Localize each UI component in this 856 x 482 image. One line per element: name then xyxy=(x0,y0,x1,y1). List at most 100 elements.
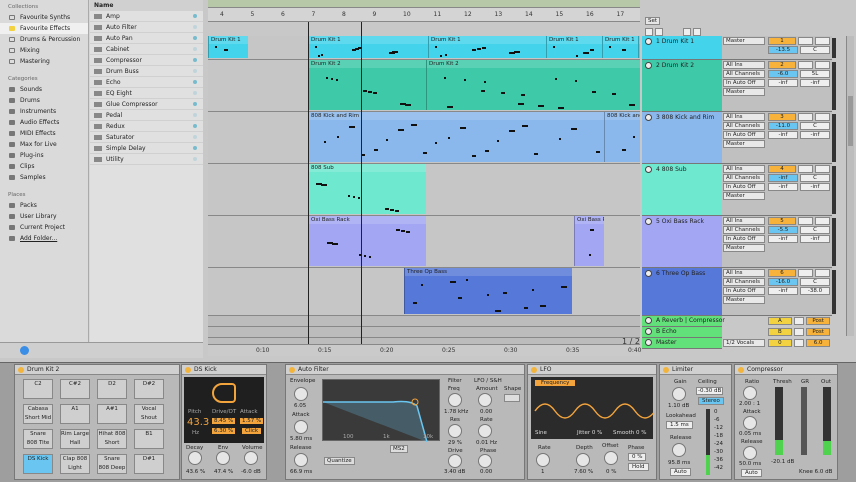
lfo-header[interactable]: LFO xyxy=(528,365,656,375)
effect-item-echo[interactable]: Echo xyxy=(90,77,203,88)
return-lane[interactable] xyxy=(208,327,640,338)
drum-pad[interactable]: C2 xyxy=(23,379,53,399)
power-icon[interactable] xyxy=(738,367,744,373)
volume-value[interactable]: -inf xyxy=(768,174,798,182)
category-drums[interactable]: Drums xyxy=(0,95,88,106)
io-select[interactable]: All Channels xyxy=(723,122,765,130)
track-lane[interactable]: 808 Sub xyxy=(208,164,640,216)
release-knob[interactable] xyxy=(743,446,757,460)
amount-knob[interactable] xyxy=(478,393,492,407)
phase-value[interactable]: 0 % xyxy=(628,453,647,461)
pitch-value[interactable]: 43.3 xyxy=(187,417,209,428)
track-lane[interactable]: Three Op Bass xyxy=(208,268,640,316)
vertical-scrollbar[interactable] xyxy=(846,36,854,336)
io-select[interactable]: In Auto Off xyxy=(723,287,765,295)
track-activator-button[interactable]: 3 xyxy=(768,113,796,121)
drum-pad[interactable]: D2 xyxy=(97,379,127,399)
io-select[interactable]: In Auto Off xyxy=(723,131,765,139)
click-toggle[interactable]: Click xyxy=(242,428,262,434)
track-activator-button[interactable]: 2 xyxy=(768,61,796,69)
clip[interactable]: Oxi Bass Rack xyxy=(574,216,604,266)
arm-button[interactable] xyxy=(815,217,830,225)
solo-button[interactable] xyxy=(798,269,813,277)
freq-knob[interactable] xyxy=(448,393,462,407)
drum-pad[interactable]: Snare 808 Deep xyxy=(97,454,127,474)
io-select[interactable]: In Auto Off xyxy=(723,79,765,87)
drive-knob[interactable] xyxy=(448,454,462,468)
clip[interactable]: 808 Sub xyxy=(308,164,426,214)
return-play-icon[interactable] xyxy=(645,317,652,324)
track-play-icon[interactable] xyxy=(645,38,652,45)
effect-item-saturator[interactable]: Saturator xyxy=(90,132,203,143)
drum-pad[interactable]: DS Kick xyxy=(23,454,53,474)
power-icon[interactable] xyxy=(289,367,295,373)
io-select[interactable]: All Ins xyxy=(723,61,765,69)
return-header[interactable]: Master xyxy=(642,338,722,349)
auto-button[interactable]: Auto xyxy=(741,469,762,477)
track-header[interactable]: 1 Drum Kit 1 xyxy=(642,36,722,60)
limiter-header[interactable]: Limiter xyxy=(660,365,731,375)
track-lane[interactable]: Oxi Bass Rack Oxi Bass Rack xyxy=(208,216,640,268)
io-select[interactable]: All Channels xyxy=(723,278,765,286)
send-a-value[interactable]: -inf xyxy=(768,79,798,87)
power-icon[interactable] xyxy=(18,367,24,373)
track-activator-button[interactable]: 1 xyxy=(768,37,796,45)
solo-button[interactable] xyxy=(798,217,813,225)
track-header[interactable]: 5 Oxi Bass Rack xyxy=(642,216,722,268)
power-icon[interactable] xyxy=(531,367,537,373)
scrollbar-thumb[interactable] xyxy=(848,96,853,146)
effect-item-redux[interactable]: Redux xyxy=(90,121,203,132)
post-button[interactable]: Post xyxy=(806,328,831,336)
pan-value[interactable]: C xyxy=(800,174,830,182)
volume-value[interactable]: -11.0 xyxy=(768,122,798,130)
track-lane[interactable]: 808 Kick and Rim808 Kick and Rim xyxy=(208,112,640,164)
solo-button[interactable] xyxy=(798,165,813,173)
pan-value[interactable]: C xyxy=(800,122,830,130)
drum-pad[interactable]: C#2 xyxy=(60,379,90,399)
phase-knob[interactable] xyxy=(478,454,492,468)
collection-mastering[interactable]: Mastering xyxy=(0,56,88,67)
track-header[interactable]: 6 Three Op Bass xyxy=(642,268,722,316)
loop-start-marker[interactable] xyxy=(308,22,309,344)
track-play-icon[interactable] xyxy=(645,218,652,225)
send-a-value[interactable]: -inf xyxy=(768,183,798,191)
frequency-target[interactable]: Frequency xyxy=(535,380,576,386)
collection-drums-percussion[interactable]: Drums & Percussion xyxy=(0,34,88,45)
arm-button[interactable] xyxy=(815,113,830,121)
io-select[interactable]: Master xyxy=(723,244,765,252)
clip[interactable]: Oxi Bass Rack xyxy=(308,216,426,266)
add-folder-button[interactable]: Add Folder... xyxy=(0,233,88,244)
io-select[interactable]: Master xyxy=(723,296,765,304)
place-packs[interactable]: Packs xyxy=(0,200,88,211)
return-lane[interactable] xyxy=(208,316,640,327)
effect-item-eq-eight[interactable]: EQ Eight xyxy=(90,88,203,99)
effect-item-simple-delay[interactable]: Simple Delay xyxy=(90,143,203,154)
category-samples[interactable]: Samples xyxy=(0,172,88,183)
io-select[interactable]: All Ins xyxy=(723,165,765,173)
arm-button[interactable] xyxy=(815,61,830,69)
volume-knob[interactable] xyxy=(244,451,258,465)
gain-knob[interactable] xyxy=(672,387,686,401)
solo-button[interactable] xyxy=(793,317,805,325)
ratio-knob[interactable] xyxy=(743,386,757,400)
return-activator[interactable]: B xyxy=(768,328,792,336)
clip[interactable]: Drum Kit 1 xyxy=(308,36,428,58)
send-b-value[interactable]: -inf xyxy=(800,131,830,139)
clip[interactable]: Drum Kit 1 xyxy=(638,36,640,58)
track-play-icon[interactable] xyxy=(645,62,652,69)
track-header[interactable]: 4 808 Sub xyxy=(642,164,722,216)
collection-mixing[interactable]: Mixing xyxy=(0,45,88,56)
effect-item-drum-buss[interactable]: Drum Buss xyxy=(90,66,203,77)
track-lane[interactable]: Drum Kit 1 Drum Kit 1 Drum Kit 1 Drum Kit 1… xyxy=(208,36,640,60)
ceiling-value[interactable]: -0.30 dB xyxy=(696,387,724,395)
volume-value[interactable]: -16.0 xyxy=(768,278,798,286)
compressor-header[interactable]: Compressor xyxy=(735,365,837,375)
place-user-library[interactable]: User Library xyxy=(0,211,88,222)
io-select[interactable]: Master xyxy=(723,88,765,96)
category-instruments[interactable]: Instruments xyxy=(0,106,88,117)
track-play-icon[interactable] xyxy=(645,166,652,173)
category-max-for-live[interactable]: Max for Live xyxy=(0,139,88,150)
smooth-value[interactable]: Smooth 0 % xyxy=(613,430,646,436)
attack-knob[interactable] xyxy=(294,420,308,434)
power-icon[interactable] xyxy=(663,367,669,373)
